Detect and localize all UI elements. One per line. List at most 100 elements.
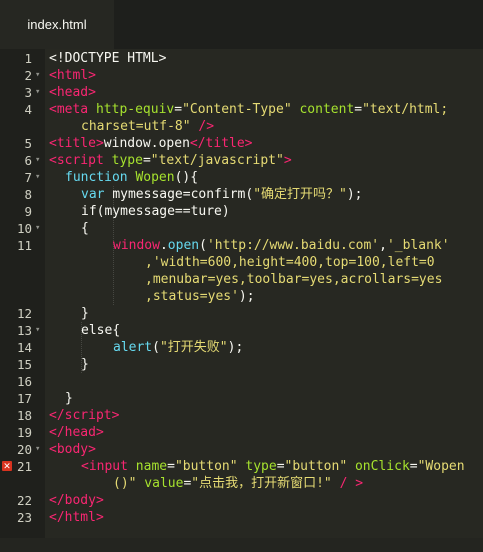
tag-open: </: [49, 408, 65, 423]
operator: =: [276, 459, 285, 474]
code-line: }: [65, 390, 73, 407]
fold-arrow-icon[interactable]: ▾: [35, 67, 43, 84]
string: 'http://www.baidu.com': [206, 238, 380, 253]
builtin-object: window: [113, 238, 160, 253]
code-text: ,: [379, 238, 387, 253]
method-name: open: [167, 238, 200, 253]
fold-arrow-icon[interactable]: ▾: [35, 84, 43, 101]
builtin-function: alert: [113, 340, 153, 355]
code-text: (){: [174, 170, 199, 185]
code-text: if(mymessage==ture): [81, 204, 230, 219]
line-number: 3: [24, 85, 32, 100]
attr-value: "button": [174, 459, 238, 474]
code-line-wrap: ,status=yes');: [145, 288, 255, 305]
code-line: </head>: [49, 424, 104, 441]
code-line: alert("打开失败");: [113, 339, 243, 356]
code-line: <body>: [49, 441, 96, 458]
code-line-wrap: charset=utf-8" />: [81, 118, 214, 135]
line-number: 15: [16, 357, 32, 372]
code-line: var mymessage=confirm("确定打开吗？");: [81, 186, 363, 203]
code-line: </html>: [49, 509, 104, 526]
head-close-tag: </head>: [49, 425, 104, 440]
code-line: if(mymessage==ture): [81, 203, 230, 220]
code-line: <script type="text/javascript">: [49, 152, 292, 169]
line-number: 8: [24, 187, 32, 202]
string: ,'width=600,height=400,top=100,left=0: [145, 255, 435, 270]
line-number: 4: [24, 102, 32, 117]
tag-close: / >: [331, 476, 364, 491]
string: "打开失败": [159, 340, 228, 355]
title-close-tag: </title>: [189, 136, 253, 151]
line-number: 18: [16, 408, 32, 423]
code-line: <input name="button" type="button" onCli…: [81, 458, 465, 475]
line-number: 14: [16, 340, 32, 355]
script-close-tag: script: [64, 408, 112, 423]
fold-arrow-icon[interactable]: ▾: [35, 169, 43, 186]
fold-arrow-icon[interactable]: ▾: [35, 220, 43, 237]
attr-value: "Content-Type": [182, 102, 292, 117]
title-open-tag: <title>: [49, 136, 104, 151]
tab-bar: index.html: [0, 0, 483, 49]
attr-name: type: [111, 153, 143, 168]
code-line: function Wopen(){: [65, 169, 198, 186]
code-line-wrap: ,'width=600,height=400,top=100,left=0: [145, 254, 435, 271]
error-marker-icon[interactable]: ✕: [2, 461, 12, 471]
fold-arrow-icon[interactable]: ▾: [35, 152, 43, 169]
line-number: 23: [16, 510, 32, 525]
tab-index-html[interactable]: index.html: [0, 0, 114, 49]
code-line-wrap: ()" value="点击我，打开新窗口!" / >: [113, 475, 363, 492]
code-text: (: [199, 238, 207, 253]
string: ,menubar=yes,toolbar=yes,acrollars=yes: [145, 272, 443, 287]
doctype: <!DOCTYPE HTML>: [49, 51, 167, 66]
code-line: else{: [81, 322, 120, 339]
operator: =: [409, 459, 418, 474]
attr-value: ()": [113, 476, 137, 491]
code-line: window.open('http://www.baidu.com','_bla…: [113, 237, 450, 254]
html-close-tag: </html>: [49, 510, 104, 525]
horizontal-scrollbar[interactable]: [0, 538, 483, 552]
code-text: (: [152, 340, 160, 355]
keyword: var: [81, 187, 113, 202]
code-text: }: [81, 357, 89, 372]
string: "确定打开吗？": [253, 187, 347, 202]
operator: =: [174, 102, 183, 117]
attr-value: charset=utf-8": [81, 119, 191, 134]
line-number: 9: [24, 204, 32, 219]
tag-close: />: [190, 119, 215, 134]
line-number: 13: [16, 323, 32, 338]
fold-arrow-icon[interactable]: ▾: [35, 322, 43, 339]
code-line: <!DOCTYPE HTML>: [49, 50, 166, 67]
keyword: function: [65, 170, 136, 185]
code-text: }: [65, 391, 73, 406]
code-line: <title>window.open</title>: [49, 135, 253, 152]
function-name: Wopen: [135, 170, 175, 185]
attr-value: "button": [284, 459, 348, 474]
tag-close: >: [111, 408, 120, 423]
attr-name: name: [135, 459, 168, 474]
code-line-wrap: ,menubar=yes,toolbar=yes,acrollars=yes: [145, 271, 442, 288]
attr-value: "text/html;: [362, 102, 449, 117]
body-close-tag: </body>: [49, 493, 104, 508]
title-text: window.open: [103, 136, 190, 151]
line-number: 19: [16, 425, 32, 440]
html-tag: <html>: [49, 68, 96, 83]
line-number: 6: [24, 153, 32, 168]
code-text: {: [112, 323, 121, 338]
code-line: <meta http-equiv="Content-Type" content=…: [49, 101, 448, 118]
code-text: }: [81, 306, 89, 321]
code-text: mymessage=confirm(: [112, 187, 254, 202]
operator: =: [167, 459, 175, 474]
code-text: .: [159, 238, 168, 253]
code-text: );: [238, 289, 255, 304]
body-tag: <body>: [49, 442, 96, 457]
line-number: 20: [16, 442, 32, 457]
fold-arrow-icon[interactable]: ▾: [35, 441, 43, 458]
attr-value: "点击我，打开新窗口!": [191, 476, 332, 491]
keyword: else: [81, 323, 113, 338]
code-text: {: [81, 221, 89, 236]
line-number: 5: [24, 136, 32, 151]
line-number: 11: [16, 238, 32, 253]
tag-close: >: [283, 153, 292, 168]
line-number: 7: [24, 170, 32, 185]
code-line: <html>: [49, 67, 96, 84]
